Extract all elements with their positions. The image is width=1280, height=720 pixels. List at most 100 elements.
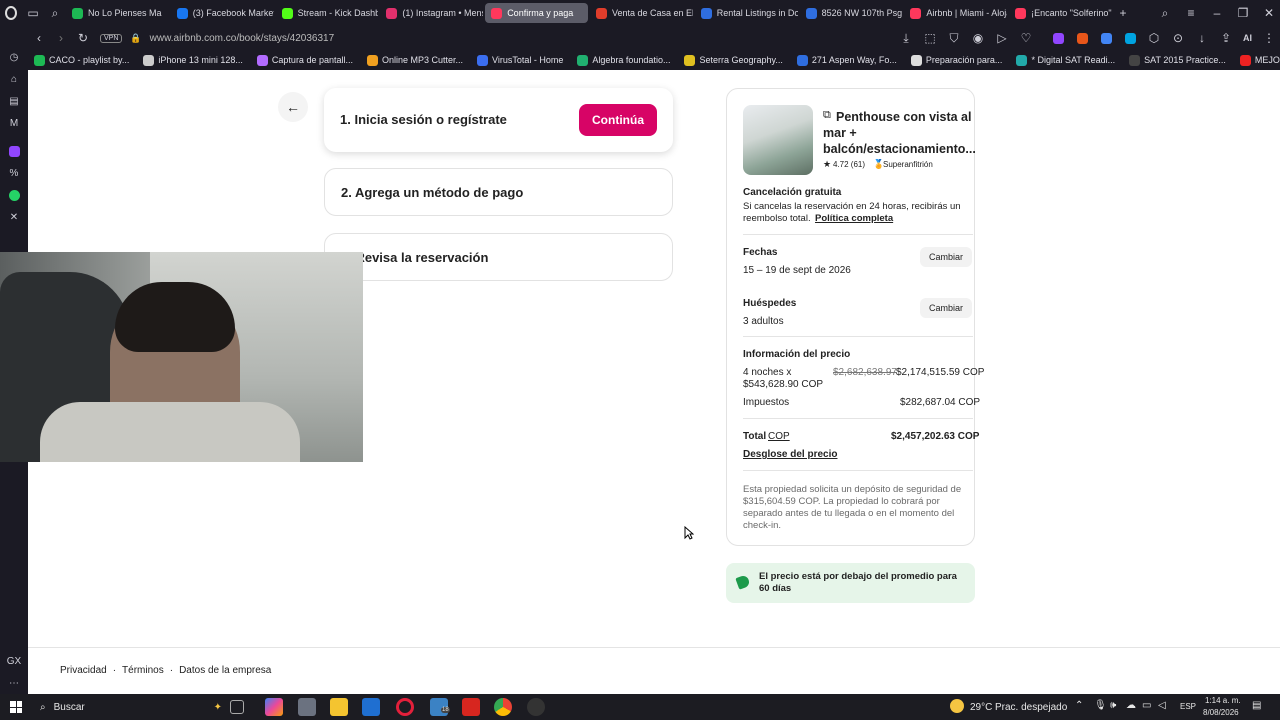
bookmark-item[interactable]: VirusTotal - Home — [477, 54, 563, 66]
vpn-badge[interactable]: VPN — [100, 33, 123, 43]
sidebar-gx-icon[interactable]: GX — [0, 650, 28, 672]
downloads-icon[interactable]: ↓ — [1191, 27, 1213, 49]
windows-start-icon[interactable] — [10, 701, 22, 713]
clock-date[interactable]: 8/08/2026 — [1203, 708, 1239, 717]
bookmark-item[interactable]: SAT 2015 Practice... — [1129, 54, 1226, 66]
browser-tab[interactable]: Airbnb | Miami - Aloja — [904, 3, 1007, 23]
taskbar-search[interactable]: ⌕ Buscar ✦ — [32, 696, 222, 718]
tray-chevron-icon[interactable]: ⌃ — [1075, 700, 1083, 711]
price-breakdown-link[interactable]: Desglose del precio — [743, 449, 837, 460]
download-page-icon[interactable]: ⤓ — [895, 27, 917, 49]
snapshot-icon[interactable]: ⬚ — [919, 27, 941, 49]
browser-tab[interactable]: (3) Facebook Marketp — [171, 3, 274, 23]
listing-photo[interactable] — [743, 105, 813, 175]
bookmark-item[interactable]: Algebra foundatio... — [577, 54, 670, 66]
bookmark-item[interactable]: 271 Aspen Way, Fo... — [796, 54, 897, 66]
browser-tab[interactable]: (1) Instagram • Mensa — [380, 3, 483, 23]
change-guests-button[interactable]: Cambiar — [920, 298, 972, 318]
search-icon[interactable]: ⌕ — [1154, 2, 1176, 24]
close-window-icon[interactable]: ✕ — [1258, 2, 1280, 24]
browser-tab[interactable]: ¡Encanto "Solferino" e — [1009, 3, 1112, 23]
browser-tab[interactable]: No Lo Pienses Ma — [66, 3, 169, 23]
tab-search-icon[interactable]: ⌕ — [44, 2, 66, 24]
extension-twitch-icon[interactable] — [1047, 27, 1069, 49]
davinci-icon[interactable] — [527, 698, 545, 716]
chrome-icon[interactable] — [494, 698, 512, 716]
notifications-icon[interactable]: ▤ — [1252, 700, 1261, 711]
camera-icon[interactable]: ◉ — [967, 27, 989, 49]
extensions-icon[interactable]: ⬡ — [1143, 27, 1165, 49]
forward-icon[interactable]: › — [50, 27, 72, 49]
sidebar-history-icon[interactable]: ◷ — [0, 46, 28, 68]
step-review-card[interactable]: 3. Revisa la reservación — [324, 233, 673, 281]
sidebar-x-icon[interactable]: ✕ — [0, 206, 28, 228]
speaker-icon[interactable]: ◁ — [1158, 700, 1166, 711]
bookmark-item[interactable]: Seterra Geography... — [684, 54, 783, 66]
shield-icon[interactable]: ⛉ — [943, 27, 965, 49]
restore-icon[interactable]: ❐ — [1232, 2, 1254, 24]
browser-tab[interactable]: Stream - Kick Dashbo — [276, 3, 378, 23]
browser-tab[interactable]: Rental Listings in Dora — [695, 3, 798, 23]
bookmark-item[interactable]: Captura de pantall... — [256, 54, 353, 66]
copilot-icon[interactable] — [265, 698, 283, 716]
bookmark-item[interactable]: MEJORES MOMEN... — [1239, 54, 1280, 66]
more-vertical-icon[interactable]: ⋮ — [1258, 27, 1280, 49]
acrobat-icon[interactable] — [462, 698, 480, 716]
browser-tab[interactable]: Venta de Casa en El p — [590, 3, 693, 23]
price-deal-banner: El precio está por debajo del promedio p… — [726, 563, 975, 603]
cancellation-policy-link[interactable]: Política completa — [815, 213, 893, 224]
new-tab-icon[interactable]: + — [1112, 2, 1134, 24]
sidebar-aria-icon[interactable]: ⌂ — [0, 68, 28, 90]
play-icon[interactable]: ▷ — [991, 27, 1013, 49]
language-indicator[interactable]: ESP — [1180, 702, 1196, 711]
terms-link[interactable]: Términos — [122, 665, 164, 676]
browser-tab[interactable]: Confirma y paga — [485, 3, 588, 23]
bookmark-item[interactable]: * Digital SAT Readi... — [1016, 54, 1115, 66]
sidebar-whatsapp-icon[interactable] — [0, 184, 28, 206]
share-icon[interactable]: ⇪ — [1215, 27, 1237, 49]
bookmark-item[interactable]: iPhone 13 mini 128... — [143, 54, 243, 66]
minimize-icon[interactable]: – — [1206, 2, 1228, 24]
extension-translate-icon[interactable] — [1095, 27, 1117, 49]
reload-icon[interactable]: ↻ — [72, 27, 94, 49]
network-icon[interactable]: ▭ — [1142, 700, 1151, 711]
privacy-link[interactable]: Privacidad — [60, 665, 107, 676]
microphone-icon[interactable]: 🎙 — [1094, 700, 1107, 711]
back-icon[interactable]: ‹ — [28, 27, 50, 49]
change-dates-button[interactable]: Cambiar — [920, 247, 972, 267]
camera-app-icon[interactable] — [298, 698, 316, 716]
sidebar-pinboard-icon[interactable]: ▤ — [0, 90, 28, 112]
workspaces-icon[interactable]: ▭ — [22, 2, 44, 24]
continue-button[interactable]: Continúa — [579, 104, 657, 136]
webcam-overlay[interactable] — [0, 252, 363, 462]
back-arrow-button[interactable]: ← — [278, 92, 308, 122]
file-explorer-icon[interactable] — [330, 698, 348, 716]
profile-icon[interactable]: ⊙ — [1167, 27, 1189, 49]
task-view-icon[interactable] — [230, 700, 244, 714]
clock-time[interactable]: 1:14 a. m. — [1205, 696, 1241, 705]
volume-icon[interactable]: 🕪 — [1110, 700, 1116, 711]
total-currency-link[interactable]: COP — [768, 431, 790, 442]
extension-skype-icon[interactable] — [1119, 27, 1141, 49]
company-details-link[interactable]: Datos de la empresa — [179, 665, 271, 676]
weather-temp[interactable]: 29°C — [970, 702, 992, 713]
weather-desc[interactable]: Prac. despejado — [995, 702, 1067, 713]
sidebar-twitch-icon[interactable] — [0, 140, 28, 162]
outlook-icon[interactable] — [362, 698, 380, 716]
sidebar-m-icon[interactable]: M — [0, 112, 28, 134]
cloud-icon[interactable]: ☁ — [1126, 700, 1136, 711]
step-payment-card[interactable]: 2. Agrega un método de pago — [324, 168, 673, 216]
opera-taskbar-icon[interactable] — [396, 698, 414, 716]
menu-icon[interactable]: ≡ — [1180, 2, 1202, 24]
bookmark-item[interactable]: Preparación para... — [910, 54, 1002, 66]
extension-fire-icon[interactable] — [1071, 27, 1093, 49]
ai-button[interactable]: AI — [1239, 33, 1256, 43]
sidebar-more-icon[interactable]: ⋯ — [0, 672, 28, 694]
url-field[interactable]: www.airbnb.com.co/book/stays/42036317 — [150, 33, 895, 44]
heart-icon[interactable]: ♡ — [1015, 27, 1037, 49]
opera-logo-icon[interactable] — [0, 2, 22, 24]
bookmark-item[interactable]: Online MP3 Cutter... — [366, 54, 463, 66]
browser-tab[interactable]: 8526 NW 107th Psge — [800, 3, 902, 23]
bookmark-item[interactable]: CACO - playlist by... — [34, 54, 129, 66]
sidebar-percent-icon[interactable]: % — [0, 162, 28, 184]
